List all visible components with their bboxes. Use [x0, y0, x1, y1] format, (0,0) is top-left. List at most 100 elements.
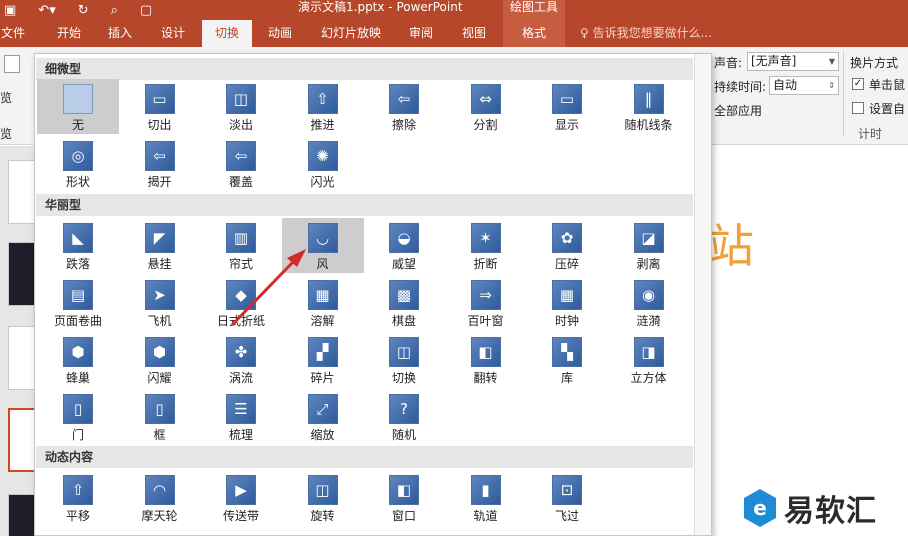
- transition-fall-over[interactable]: ◣ 跌落: [37, 218, 119, 273]
- transition-clock[interactable]: ▦ 时钟: [526, 275, 608, 330]
- transition-ferris-wheel[interactable]: ◠ 摩天轮: [119, 470, 201, 525]
- transition-origami[interactable]: ◆ 日式折纸: [200, 275, 282, 330]
- slide-title-text[interactable]: 站: [708, 210, 754, 276]
- tab-view[interactable]: 视图: [457, 20, 491, 47]
- redo-icon[interactable]: ↻: [78, 3, 89, 18]
- save-icon[interactable]: ▣: [4, 3, 16, 18]
- duration-stepper[interactable]: 自动 ⇕: [769, 76, 839, 95]
- transition-doors[interactable]: ▯ 门: [37, 389, 119, 444]
- tell-me-box[interactable]: ♀ 告诉我您想要做什么...: [580, 20, 712, 47]
- transition-page-curl[interactable]: ▤ 页面卷曲: [37, 275, 119, 330]
- transition-conveyor[interactable]: ▶ 传送带: [200, 470, 282, 525]
- transition-random[interactable]: ? 随机: [363, 389, 445, 444]
- checkerboard-icon: ▩: [389, 280, 419, 310]
- transition-fade[interactable]: ◫ 淡出: [200, 79, 282, 134]
- transition-push[interactable]: ⇧ 推进: [282, 79, 364, 134]
- preview-icon[interactable]: [4, 55, 20, 73]
- transition-zoom[interactable]: ⤢ 缩放: [282, 389, 364, 444]
- split-icon: ⇔: [470, 84, 501, 114]
- transition-cut[interactable]: ▭ 切出: [119, 79, 201, 134]
- origami-icon: ◆: [226, 280, 256, 310]
- transition-switch[interactable]: ◫ 切换: [363, 332, 445, 387]
- present-icon[interactable]: ⌕: [111, 3, 118, 18]
- preview-label[interactable]: 览: [0, 89, 12, 106]
- apply-all-button[interactable]: 全部应用: [714, 102, 762, 119]
- ribbon-tabs: 文件 开始 插入 设计 切换 动画 幻灯片放映 审阅 视图 格式 ♀ 告诉我您想…: [0, 20, 908, 47]
- preview-group-label: 览: [0, 127, 13, 141]
- transition-crush[interactable]: ✿ 压碎: [526, 218, 608, 273]
- transition-prestige[interactable]: ◒ 威望: [363, 218, 445, 273]
- transition-shred[interactable]: ▞ 碎片: [282, 332, 364, 387]
- transition-ripple[interactable]: ◉ 涟漪: [608, 275, 690, 330]
- transition-none[interactable]: 无: [37, 79, 119, 134]
- tab-insert[interactable]: 插入: [103, 20, 137, 47]
- transition-wipe[interactable]: ⇦ 擦除: [363, 79, 445, 134]
- watermark-text: 易软汇: [784, 494, 877, 529]
- transition-rotate[interactable]: ◫ 旋转: [282, 470, 364, 525]
- transition-box[interactable]: ▯ 框: [119, 389, 201, 444]
- transition-comb[interactable]: ☰ 梳理: [200, 389, 282, 444]
- transition-cube[interactable]: ◨ 立方体: [608, 332, 690, 387]
- tab-slideshow[interactable]: 幻灯片放映: [314, 20, 388, 47]
- transition-blinds[interactable]: ⇒ 百叶窗: [445, 275, 527, 330]
- flash-icon: ✺: [307, 141, 338, 171]
- tab-home[interactable]: 开始: [52, 20, 86, 47]
- undo-icon[interactable]: ↶▾: [38, 3, 55, 18]
- tab-review[interactable]: 审阅: [404, 20, 438, 47]
- transition-vortex[interactable]: ✤ 涡流: [200, 332, 282, 387]
- transition-honeycomb[interactable]: ⬢ 蜂巢: [37, 332, 119, 387]
- prestige-icon: ◒: [389, 223, 419, 253]
- transition-fly-through[interactable]: ⊡ 飞过: [526, 470, 608, 525]
- on-click-checkbox[interactable]: ✓: [852, 78, 864, 90]
- tab-animations[interactable]: 动画: [263, 20, 297, 47]
- clock-icon: ▦: [552, 280, 582, 310]
- box-icon: ▯: [144, 394, 175, 424]
- transition-split[interactable]: ⇔ 分割: [445, 79, 527, 134]
- none-icon: [63, 84, 93, 114]
- transition-uncover[interactable]: ⇦ 揭开: [119, 136, 201, 191]
- transition-gallery[interactable]: ▚ 库: [526, 332, 608, 387]
- transition-label: 棋盘: [391, 314, 416, 328]
- transitions-gallery: 细微型 无 ▭ 切出 ◫ 淡出 ⇧ 推进 ⇦ 擦除 ⇔ 分割 ▭ 显示 ‖ 随机线条 ◎ 形状 ⇦ 揭开 ⇦ 覆盖 ✺ 闪光…: [34, 53, 712, 536]
- tab-file[interactable]: 文件: [0, 20, 26, 47]
- transition-fracture[interactable]: ✶ 折断: [445, 218, 527, 273]
- transition-label: 推进: [310, 118, 335, 132]
- after-checkbox[interactable]: [852, 102, 864, 114]
- transition-checkerboard[interactable]: ▩ 棋盘: [363, 275, 445, 330]
- transition-label: 传送带: [222, 509, 259, 523]
- transition-window[interactable]: ◧ 窗口: [363, 470, 445, 525]
- transition-pan[interactable]: ⇧ 平移: [37, 470, 119, 525]
- spin-icon[interactable]: ⇕: [828, 77, 835, 94]
- tab-design[interactable]: 设计: [156, 20, 190, 47]
- transition-label: 门: [71, 428, 84, 442]
- quick-access-toolbar: ▣ ↶▾ ↻ ⌕ ▢: [0, 0, 152, 20]
- transition-dissolve[interactable]: ▦ 溶解: [282, 275, 364, 330]
- tab-format[interactable]: 格式: [503, 20, 565, 47]
- transition-flip[interactable]: ◧ 翻转: [445, 332, 527, 387]
- transition-label: 悬挂: [147, 257, 172, 271]
- doors-icon: ▯: [63, 394, 93, 424]
- svg-text:e: e: [753, 496, 767, 520]
- transition-flash[interactable]: ✺ 闪光: [282, 136, 364, 191]
- transition-label: 淡出: [228, 118, 253, 132]
- transition-random-bars[interactable]: ‖ 随机线条: [608, 79, 690, 134]
- gallery-scrollbar[interactable]: [694, 54, 711, 535]
- transition-reveal[interactable]: ▭ 显示: [526, 79, 608, 134]
- sound-dropdown[interactable]: [无声音] ▼: [747, 52, 839, 71]
- transition-label: 轨道: [473, 509, 498, 523]
- transition-curtains[interactable]: ▥ 帘式: [200, 218, 282, 273]
- transition-drape[interactable]: ◤ 悬挂: [119, 218, 201, 273]
- transition-wind[interactable]: ◡ 风: [281, 218, 364, 273]
- transition-glitter[interactable]: ⬢ 闪耀: [119, 332, 201, 387]
- transition-label: 涟漪: [636, 314, 661, 328]
- shred-icon: ▞: [307, 337, 338, 367]
- touch-mode-icon[interactable]: ▢: [140, 3, 152, 18]
- transition-shape[interactable]: ◎ 形状: [37, 136, 119, 191]
- transition-peel-off[interactable]: ◪ 剥离: [608, 218, 690, 273]
- transition-label: 日式折纸: [216, 314, 265, 328]
- tab-transitions[interactable]: 切换: [202, 20, 252, 47]
- transition-cover[interactable]: ⇦ 覆盖: [200, 136, 282, 191]
- window-icon: ◧: [389, 475, 419, 505]
- transition-airplane[interactable]: ➤ 飞机: [119, 275, 201, 330]
- transition-orbit[interactable]: ▮ 轨道: [445, 470, 527, 525]
